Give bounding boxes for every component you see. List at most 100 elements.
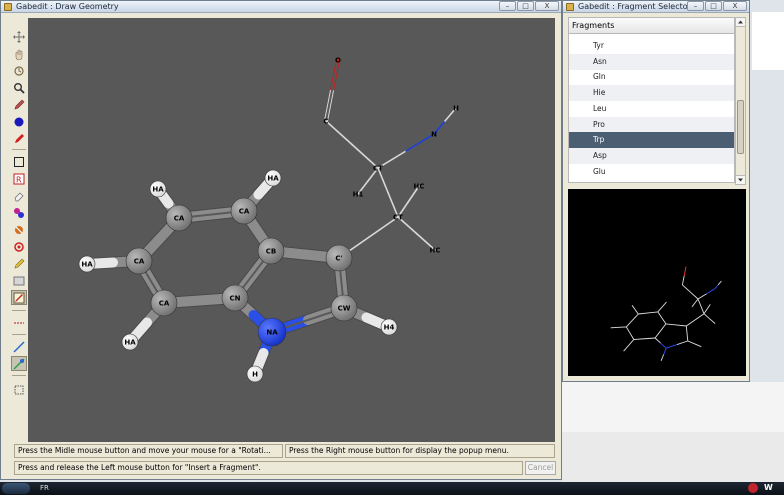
- tray-icon[interactable]: [748, 483, 758, 493]
- bond-o-c[interactable]: [324, 89, 332, 122]
- language-indicator[interactable]: FR: [40, 484, 49, 492]
- atom-ca2[interactable]: CA: [165, 204, 193, 232]
- atom-ca3[interactable]: CA: [125, 247, 153, 275]
- fragment-item-tyr[interactable]: Tyr: [569, 38, 734, 54]
- start-button[interactable]: [2, 483, 30, 494]
- atom-cw[interactable]: CW: [330, 294, 358, 322]
- fragment-preview: [568, 189, 746, 376]
- atom-ha3[interactable]: HA: [78, 255, 96, 273]
- atom-ca4[interactable]: CA: [150, 289, 178, 317]
- atom-ha4[interactable]: HA: [121, 333, 139, 351]
- main-titlebar[interactable]: Gabedit : Draw Geometry – □ X: [1, 1, 561, 13]
- fragment-item-glu[interactable]: Glu: [569, 164, 734, 180]
- cancel-button[interactable]: Cancel: [525, 461, 556, 475]
- fragment-minimize-button[interactable]: –: [687, 1, 704, 11]
- preview-bond: [717, 280, 722, 286]
- bond-c-ct1[interactable]: [325, 120, 353, 146]
- fragment-titlebar[interactable]: Gabedit : Fragment Selector – □ X: [563, 1, 749, 13]
- preview-bond: [631, 313, 639, 321]
- bond-o-c[interactable]: [332, 59, 340, 92]
- bond-icon[interactable]: [11, 205, 27, 220]
- atom-h1[interactable]: H1: [353, 191, 364, 199]
- fragment-item-hie[interactable]: Hie: [569, 85, 734, 102]
- frame-icon[interactable]: [11, 382, 27, 397]
- atom-hc2[interactable]: HC: [430, 247, 441, 255]
- fragment-selector-window: Gabedit : Fragment Selector – □ X Fragme…: [562, 0, 750, 382]
- preview-bond: [633, 338, 645, 340]
- atom-o[interactable]: O: [335, 57, 341, 65]
- bond-line-active-icon[interactable]: [11, 356, 27, 371]
- insert-fragment-icon[interactable]: [11, 239, 27, 254]
- scroll-thumb[interactable]: [737, 100, 744, 154]
- delete-atom-icon[interactable]: [11, 131, 27, 146]
- scroll-down-icon[interactable]: [736, 175, 745, 184]
- preview-bond: [697, 298, 702, 307]
- fragment-window-title: Gabedit : Fragment Selector: [578, 2, 691, 11]
- atom-label-ca3: CA: [134, 258, 145, 266]
- atom-cp[interactable]: C': [325, 244, 353, 272]
- pencil-icon[interactable]: [11, 97, 27, 112]
- atom-label-ha3: HA: [81, 261, 93, 269]
- gabedit-app-icon: [4, 3, 12, 11]
- fragment-item-pro[interactable]: Pro: [569, 116, 734, 133]
- molecule-view[interactable]: OCNHCTH1HCCTHCC'CBCAHACAHACAHACAHACNNAHC…: [28, 18, 555, 442]
- zoom-icon[interactable]: [11, 80, 27, 95]
- rotate-icon[interactable]: [11, 46, 27, 61]
- tray-text: W: [764, 483, 773, 492]
- measure-icon[interactable]: [11, 256, 27, 271]
- atom-hna[interactable]: H: [246, 365, 264, 383]
- atom-na[interactable]: NA: [257, 317, 287, 347]
- select-residue-icon[interactable]: R: [11, 171, 27, 186]
- dashed-bond-icon[interactable]: [11, 315, 27, 330]
- atom-ct2[interactable]: CT: [393, 214, 403, 222]
- atom-cb[interactable]: CB: [257, 237, 285, 265]
- atom-hn[interactable]: H: [453, 105, 459, 113]
- close-button[interactable]: X: [535, 1, 559, 11]
- fragment-item-gln[interactable]: Gln: [569, 69, 734, 85]
- fragment-item-leu[interactable]: Leu: [569, 101, 734, 117]
- fragment-list-scrollbar[interactable]: [735, 17, 746, 185]
- preview-bond: [661, 317, 667, 325]
- preview-bond: [686, 319, 696, 327]
- fragment-item-trp[interactable]: Trp: [569, 132, 734, 149]
- preview-bond: [691, 302, 696, 308]
- fragments-column-header[interactable]: Fragments: [568, 17, 735, 34]
- atom-ha2[interactable]: HA: [149, 180, 167, 198]
- atom-label-ha1: HA: [267, 175, 279, 183]
- bond-line-icon[interactable]: [11, 339, 27, 354]
- maximize-button[interactable]: □: [517, 1, 534, 11]
- select-rect-icon[interactable]: [11, 154, 27, 169]
- frame-select-icon[interactable]: [11, 273, 27, 288]
- preview-bond: [676, 324, 687, 327]
- fragment-maximize-button[interactable]: □: [705, 1, 722, 11]
- atom-hc1[interactable]: HC: [414, 183, 425, 191]
- geometry-canvas[interactable]: O C N H CT H1 HC CT HC C' CB CA HA CA HA CA HA CA HA CN NA H C…: [28, 18, 555, 442]
- insert-fragment-active-icon[interactable]: [11, 290, 27, 305]
- preview-bond: [700, 306, 705, 314]
- atom-n[interactable]: N: [431, 131, 437, 139]
- eraser-icon[interactable]: [11, 188, 27, 203]
- atom-cn[interactable]: CN: [221, 284, 249, 312]
- atom-h4[interactable]: H4: [380, 318, 398, 336]
- rotate-z-icon[interactable]: [11, 63, 27, 78]
- fragment-preview-molecule: [610, 266, 722, 361]
- atom-icon[interactable]: [11, 114, 27, 129]
- scroll-up-icon[interactable]: [736, 18, 745, 27]
- fragment-item-asn[interactable]: Asn: [569, 53, 734, 70]
- atom-ca1[interactable]: CA: [230, 197, 258, 225]
- preview-bond: [629, 332, 635, 340]
- preview-bond: [714, 284, 719, 290]
- preview-bond: [657, 311, 663, 319]
- preview-bond: [683, 266, 687, 276]
- fragment-close-button[interactable]: X: [723, 1, 747, 11]
- atom-label-cb: CB: [266, 248, 276, 256]
- atom-ct1[interactable]: CT: [373, 165, 383, 173]
- translate-icon[interactable]: [11, 29, 27, 44]
- bond-ct1-n[interactable]: [405, 133, 435, 152]
- minimize-button[interactable]: –: [499, 1, 516, 11]
- fragment-item-asp[interactable]: Asp: [569, 147, 734, 164]
- delete-bond-icon[interactable]: [11, 222, 27, 237]
- atom-ha1[interactable]: HA: [264, 169, 282, 187]
- fragment-list[interactable]: Tyr Asn Gln Hie Leu Pro Trp Asp Glu: [568, 34, 735, 183]
- atom-c[interactable]: C: [323, 118, 328, 126]
